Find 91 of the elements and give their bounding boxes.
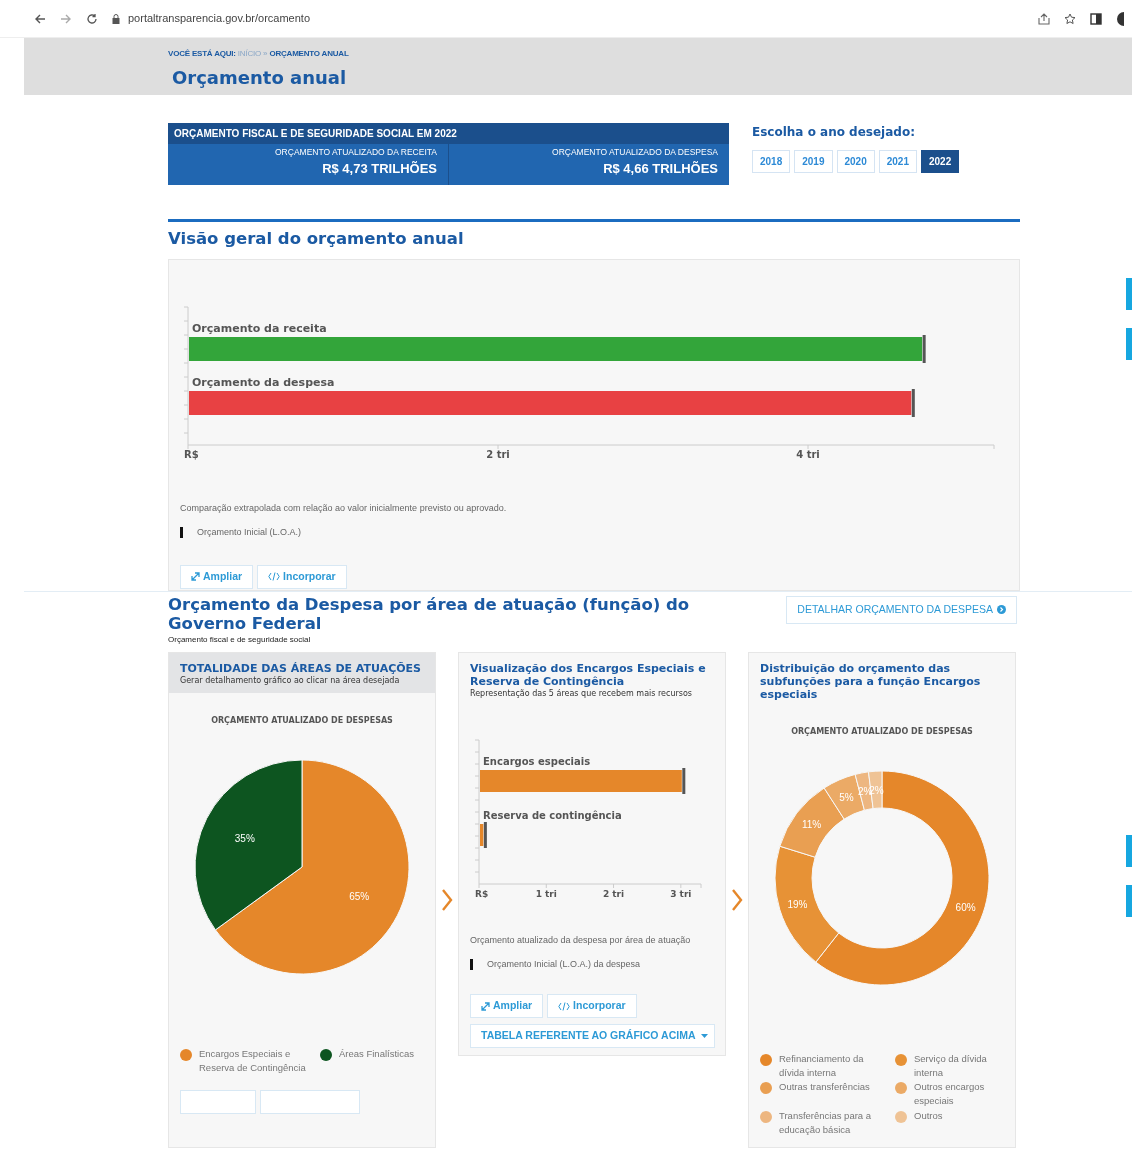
data-label: 35% xyxy=(234,833,255,844)
breadcrumb-label: VOCÊ ESTÁ AQUI: xyxy=(168,49,237,58)
summary-value: R$ 4,66 TRILHÕES xyxy=(602,159,718,178)
initial-budget-marker xyxy=(483,822,487,849)
data-label: 60% xyxy=(955,901,976,913)
data-label: 19% xyxy=(787,898,808,910)
avatar-icon[interactable] xyxy=(1116,11,1124,26)
category-label: Reserva de contingência xyxy=(483,810,622,822)
code-icon xyxy=(558,1001,571,1011)
chart-title: ORÇAMENTO ATUALIZADO DE DESPESAS xyxy=(210,715,394,728)
legend-label: Áreas Finalísticas xyxy=(339,1047,414,1062)
chevron-icon xyxy=(731,888,743,911)
star-icon[interactable] xyxy=(1064,12,1076,25)
summary-label: ORÇAMENTO ATUALIZADO DA RECEITA xyxy=(274,146,437,159)
legend-label: Transferências para a educação básica xyxy=(779,1108,873,1137)
forward-icon[interactable] xyxy=(60,12,72,25)
initial-budget-marker xyxy=(911,389,915,417)
section-title: Orçamento da Despesa por área de atuação (função) do Governo Federal xyxy=(168,596,691,634)
year-button[interactable]: 2022 xyxy=(921,150,960,173)
year-button[interactable]: 2018 xyxy=(752,150,791,173)
initial-budget-marker xyxy=(922,335,926,363)
reload-icon[interactable] xyxy=(86,12,98,25)
expand-icon xyxy=(481,1001,490,1011)
detail-button[interactable]: DETALHAR ORÇAMENTO DA DESPESA xyxy=(786,596,1017,624)
legend-label: Outros xyxy=(914,1108,943,1123)
axis-label: R$ xyxy=(475,889,489,900)
section-subtitle: Orçamento fiscal e de seguridade social xyxy=(168,633,312,646)
data-label: 5% xyxy=(839,791,854,803)
page-title: Orçamento anual xyxy=(172,66,348,90)
chevron-circle-icon xyxy=(997,605,1006,615)
card-title: Distribuição do orçamento das subfunções para a função Encargos especiais xyxy=(760,661,982,702)
legend-label: Orçamento Inicial (L.O.A.) da despesa xyxy=(487,957,641,971)
legend-label: Outros encargos especiais xyxy=(914,1080,986,1109)
expand-icon xyxy=(191,572,200,582)
sidebar-icon[interactable] xyxy=(1090,12,1102,25)
axis-label: 4 tri xyxy=(796,449,820,460)
breadcrumb-link[interactable]: INÍCIO xyxy=(237,49,262,58)
caret-icon xyxy=(701,1033,709,1038)
action-button[interactable]: Incorporar xyxy=(257,565,347,589)
year-label: Escolha o ano desejado: xyxy=(752,124,916,141)
legend-label: Orçamento Inicial (L.O.A.) xyxy=(197,525,302,539)
legend-label: Serviço da dívida interna xyxy=(914,1051,988,1080)
legend-marker xyxy=(470,959,473,971)
bar[interactable] xyxy=(480,824,484,847)
chart-note: Comparação extrapolada com relação ao valor inicialmente previsto ou aprovado. xyxy=(180,502,508,515)
legend-label: Refinanciamento da dívida interna xyxy=(779,1051,865,1080)
card-subtitle: Gerar detalhamento gráfico ao clicar na área desejada xyxy=(180,675,401,688)
section-title: Visão geral do orçamento anual xyxy=(168,228,465,251)
action-button[interactable]: Ampliar xyxy=(470,994,544,1019)
address-field[interactable]: portaltransparencia.gov.br/orcamento xyxy=(128,10,310,27)
breadcrumb-link[interactable]: ORÇAMENTO ANUAL xyxy=(269,49,349,58)
pie-slice[interactable] xyxy=(194,759,303,931)
action-button[interactable]: Incorporar xyxy=(547,994,637,1019)
legend-label: Outras transferências xyxy=(779,1080,870,1094)
axis-label: 3 tri xyxy=(670,889,692,900)
breadcrumb-separator: » xyxy=(262,49,269,58)
data-label: 11% xyxy=(801,818,822,830)
chart-title: ORÇAMENTO ATUALIZADO DE DESPESAS xyxy=(790,725,974,738)
legend-marker xyxy=(180,526,183,538)
chevron-icon xyxy=(441,888,453,911)
category-label: Orçamento da receita xyxy=(192,322,327,335)
axis-label: 1 tri xyxy=(535,889,557,900)
axis-label: R$ xyxy=(184,449,199,460)
axis-label: 2 tri xyxy=(486,449,510,460)
initial-budget-marker xyxy=(682,768,686,795)
donut-slice[interactable] xyxy=(774,845,840,963)
action-button[interactable]: Ampliar xyxy=(180,565,254,589)
category-label: Orçamento da despesa xyxy=(192,376,335,389)
year-button[interactable]: 2021 xyxy=(878,150,917,173)
legend-label: Encargos Especiais e Reserva de Contingência xyxy=(199,1047,307,1076)
action-button[interactable] xyxy=(180,1089,256,1114)
card-title: Visualização dos Encargos Especiais e Reserva de Contingência xyxy=(470,661,707,689)
chart-note: Orçamento atualizado da despesa por área de atuação xyxy=(470,934,692,948)
data-label: 65% xyxy=(349,891,370,903)
card-title: TOTALIDADE DAS ÁREAS DE ATUAÇÕES xyxy=(180,661,422,676)
code-icon xyxy=(268,572,281,582)
axis-label: 2 tri xyxy=(602,889,625,900)
bar[interactable] xyxy=(480,770,682,793)
summary-label: ORÇAMENTO ATUALIZADO DA DESPESA xyxy=(551,146,718,159)
pie-slice[interactable] xyxy=(214,759,410,975)
year-button[interactable]: 2020 xyxy=(836,150,875,173)
summary-value: R$ 4,73 TRILHÕES xyxy=(321,159,437,178)
category-label: Encargos especiais xyxy=(483,756,591,768)
year-button[interactable]: 2019 xyxy=(794,150,833,173)
share-icon[interactable] xyxy=(1038,12,1050,25)
action-button[interactable] xyxy=(260,1089,360,1114)
table-dropdown-button[interactable]: TABELA REFERENTE AO GRÁFICO ACIMA xyxy=(470,1024,715,1048)
summary-title: ORÇAMENTO FISCAL E DE SEGURIDADE SOCIAL EM 2022 xyxy=(168,123,729,144)
back-icon[interactable] xyxy=(34,12,46,25)
lock-icon xyxy=(112,13,120,24)
card-subtitle: Representação das 5 áreas que recebem mais recursos xyxy=(470,688,693,701)
